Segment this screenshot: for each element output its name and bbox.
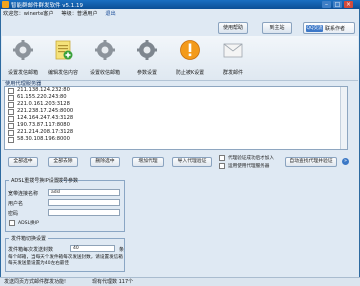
import-verify-button[interactable]: 导入代理验证 xyxy=(172,157,212,167)
register-button[interactable]: 到主站 xyxy=(262,22,292,34)
list-item[interactable]: 221.214.208.17:3128 xyxy=(5,129,347,136)
mailbox-switch-title: 发件箱切换设置 xyxy=(9,235,49,242)
qq-contact-label: 联系作者 xyxy=(325,26,346,32)
proxy-address: 190.73.87.117:8080 xyxy=(17,122,70,128)
list-item[interactable]: 221.0.161.203:3128 xyxy=(5,101,347,108)
mailbox-note: 每个邮箱，当每天个发件箱每次发送封数，请设置发信箱每天发送量设置为40左右最佳 xyxy=(8,255,123,266)
checkbox[interactable] xyxy=(8,129,14,136)
checkbox[interactable] xyxy=(9,220,15,226)
list-item[interactable]: 190.73.87.117:8080 xyxy=(5,122,347,129)
toolbar-label: 参数设置 xyxy=(136,70,157,76)
password-field[interactable] xyxy=(48,209,120,216)
conn-name-label: 宽带连接名称 xyxy=(8,191,39,197)
gear-icon xyxy=(137,40,157,60)
list-item[interactable]: 124.164.247.43:3128 xyxy=(5,115,347,122)
gear-mail-icon xyxy=(95,40,115,60)
document-edit-icon xyxy=(55,40,73,60)
select-all-button[interactable]: 全部选中 xyxy=(8,157,38,167)
toolbar-item-anti-block[interactable]: 防止被K设置 xyxy=(172,36,208,76)
checkbox[interactable] xyxy=(8,94,14,101)
delete-selected-button[interactable]: 删除选中 xyxy=(90,157,120,167)
deselect-all-button[interactable]: 全部去除 xyxy=(48,157,78,167)
checkbox[interactable] xyxy=(8,115,14,122)
adsl-enable-option[interactable]: ADSL换IP xyxy=(9,220,39,226)
checkbox[interactable] xyxy=(8,122,14,129)
send-count-field[interactable]: 40 xyxy=(70,245,115,252)
user-level: 等级：普通用户 xyxy=(61,11,98,17)
greeting-label: 欢迎您： xyxy=(3,11,24,17)
option-label: ADSL换IP xyxy=(18,221,39,226)
close-button[interactable]: × xyxy=(344,1,353,8)
user-bar: 欢迎您：winerte客户 等级：普通用户 退出 xyxy=(3,10,357,18)
username-label: 用户名 xyxy=(8,201,24,207)
window-title: 智能群邮件群发软件 v5.1.19 xyxy=(11,3,83,9)
proxy-address: 211.138.124.232:80 xyxy=(17,87,70,93)
add-proxy-button[interactable]: 增加代理 xyxy=(132,157,164,167)
adsl-subtitle: 拨号参数 xyxy=(58,178,79,184)
checkbox[interactable] xyxy=(8,108,14,115)
checkbox[interactable] xyxy=(8,101,14,108)
proxy-address: 58.30.108.196:8000 xyxy=(17,136,70,142)
proxy-address: 221.238.17.245:8000 xyxy=(17,108,74,114)
checkbox[interactable] xyxy=(8,87,14,94)
auto-verify-button[interactable]: 自动查找代理并验证 xyxy=(285,157,337,167)
conn-name-field[interactable]: adsl xyxy=(48,189,120,196)
list-item[interactable]: 221.238.17.245:8000 xyxy=(5,108,347,115)
send-count-label: 发件箱每次发送封数 xyxy=(8,247,54,253)
warning-icon xyxy=(180,40,200,60)
checkbox[interactable] xyxy=(219,155,225,161)
checkbox[interactable] xyxy=(8,136,14,143)
toolbar-label: 防止被K设置 xyxy=(175,70,205,76)
toolbar-item-receiver-mailbox[interactable]: 设置收信邮箱 xyxy=(87,36,123,76)
envelope-icon xyxy=(223,43,243,58)
list-item[interactable]: 211.138.124.232:80 xyxy=(5,87,347,94)
maximize-button[interactable]: □ xyxy=(333,1,342,8)
list-item[interactable]: 61.155.220.243:80 xyxy=(5,94,347,101)
title-bar: 智能群邮件群发软件 v5.1.19 – □ × xyxy=(0,0,360,9)
list-item[interactable]: 58.30.108.196:8000 xyxy=(5,136,347,143)
qq-contact-button[interactable]: QQ交流 联系作者 xyxy=(303,22,355,34)
option-label: 运用使用代理服务器 xyxy=(228,164,270,169)
toolbar-label: 设置发信邮箱 xyxy=(7,70,38,76)
skip-unverified-option[interactable]: 运用使用代理服务器 xyxy=(219,163,269,169)
proxy-address: 221.0.161.203:3128 xyxy=(17,101,70,107)
toolbar-item-parameters[interactable]: 参数设置 xyxy=(129,36,165,76)
password-label: 密码 xyxy=(8,211,19,217)
proxy-address: 61.155.220.243:80 xyxy=(17,94,67,100)
username-field[interactable] xyxy=(48,199,120,206)
gear-mail-icon xyxy=(13,40,33,60)
checkbox[interactable] xyxy=(219,163,225,169)
app-icon xyxy=(2,1,9,8)
toolbar-item-edit-content[interactable]: 编辑发信内容 xyxy=(45,36,81,76)
send-count-unit: 条 xyxy=(119,247,125,253)
toolbar-label: 设置收信邮箱 xyxy=(89,70,120,76)
option-label: 代理验证成功后才加入 xyxy=(228,156,274,161)
logout-link[interactable]: 退出 xyxy=(105,11,115,17)
qq-badge: QQ交流 xyxy=(306,25,323,32)
toolbar-label: 群发邮件 xyxy=(222,70,243,76)
proxy-list[interactable]: 211.138.124.232:80 61.155.220.243:80 221… xyxy=(4,86,348,150)
toolbar-label: 编辑发信内容 xyxy=(47,70,78,76)
username: winerte客户 xyxy=(23,11,54,17)
toolbar-item-send-mail[interactable]: 群发邮件 xyxy=(215,36,251,76)
toolbar-item-sender-mailbox[interactable]: 设置发信邮箱 xyxy=(5,36,41,76)
adsl-group-title: ADSL重拨号换IP设置 xyxy=(9,177,61,184)
proxy-address: 124.164.247.43:3128 xyxy=(17,115,74,121)
list-scrollbar[interactable] xyxy=(340,87,347,149)
minimize-button[interactable]: – xyxy=(322,1,331,8)
proxy-address: 221.214.208.17:3128 xyxy=(17,129,74,135)
expand-icon[interactable]: » xyxy=(342,158,349,165)
help-button[interactable]: 使用帮助 xyxy=(218,22,248,34)
verify-success-option[interactable]: 代理验证成功后才加入 xyxy=(219,155,274,161)
